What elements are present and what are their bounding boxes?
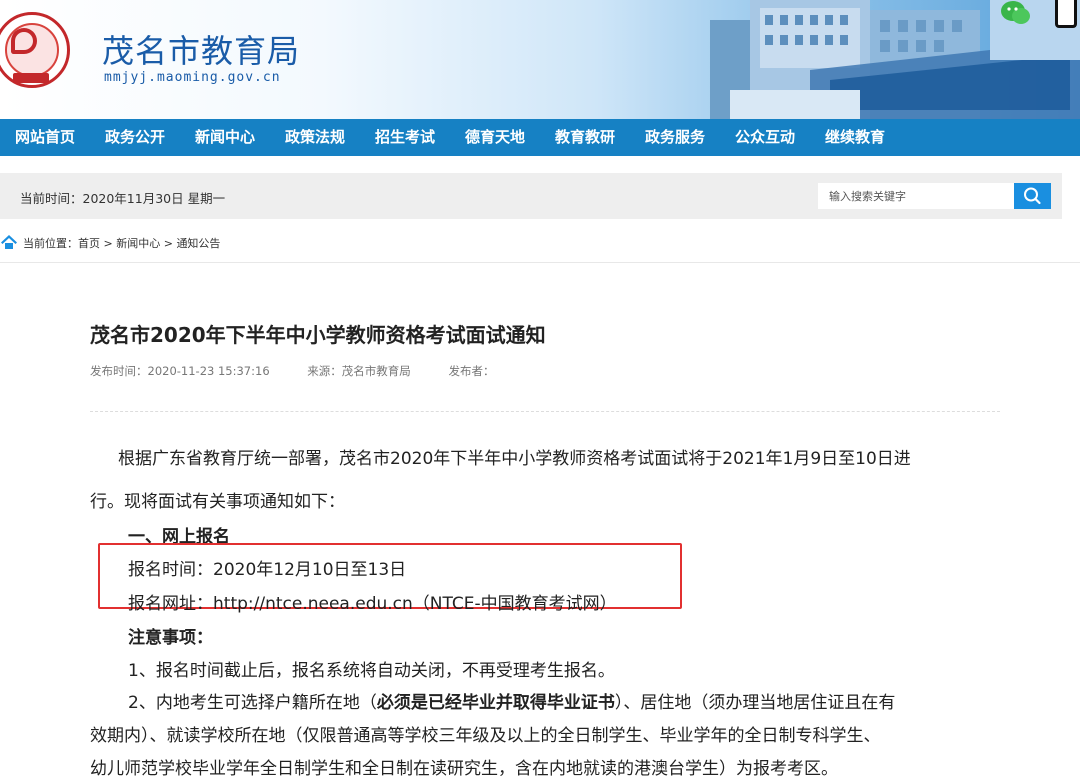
article-source: 来源：茂名市教育局	[307, 364, 411, 378]
nav-item-gov-open[interactable]: 政务公开	[105, 119, 165, 156]
search-icon	[1024, 187, 1041, 205]
breadcrumb-divider	[0, 262, 1080, 263]
notes-heading: 注意事项：	[128, 628, 213, 648]
breadcrumb: 当前位置：首页 > 新闻中心 > 通知公告	[0, 232, 1080, 254]
note-2-line2: 效期内）、就读学校所在地（仅限普通高等学校三年级及以上的全日制学生、毕业学年的全…	[90, 726, 881, 746]
search-input[interactable]	[818, 183, 1014, 209]
header-banner: 茂名市教育局 mmjyj.maoming.gov.cn	[0, 0, 1080, 119]
breadcrumb-home[interactable]: 首页	[78, 237, 100, 250]
note-2-line3: 幼儿师范学校毕业学年全日制学生和全日制在读研究生，含在内地就读的港澳台学生）为报…	[90, 759, 838, 779]
nav-item-continuing[interactable]: 继续教育	[825, 119, 885, 156]
nav-item-services[interactable]: 政务服务	[645, 119, 705, 156]
article-meta: 发布时间：2020-11-23 15:37:16 来源：茂名市教育局 发布者：	[90, 363, 528, 379]
article-title: 茂名市2020年下半年中小学教师资格考试面试通知	[90, 323, 546, 347]
site-title[interactable]: 茂名市教育局	[102, 26, 300, 72]
breadcrumb-prefix: 当前位置：	[23, 237, 78, 250]
info-bar: 当前时间：2020年11月30日 星期一	[0, 173, 1062, 219]
nav-item-news[interactable]: 新闻中心	[195, 119, 255, 156]
breadcrumb-separator: >	[100, 237, 117, 250]
breadcrumb-separator: >	[160, 237, 177, 250]
nav-item-admission[interactable]: 招生考试	[375, 119, 435, 156]
mobile-icon[interactable]	[1055, 0, 1077, 28]
note-2-line1: 2、内地考生可选择户籍所在地（必须是已经毕业并取得毕业证书）、居住地（须办理当地…	[128, 688, 895, 713]
logo-ribbon	[13, 73, 49, 83]
search-button[interactable]	[1014, 183, 1051, 209]
nav-item-moral-edu[interactable]: 德育天地	[465, 119, 525, 156]
current-time-label: 当前时间：2020年11月30日 星期一	[20, 191, 226, 206]
site-logo[interactable]	[0, 12, 70, 88]
article-publisher: 发布者：	[448, 364, 495, 378]
main-nav: 网站首页 政务公开 新闻中心 政策法规 招生考试 德育天地 教育教研 政务服务 …	[0, 119, 1080, 156]
nav-item-home[interactable]: 网站首页	[15, 119, 75, 156]
note-2-text-a: 2、内地考生可选择户籍所在地（	[128, 693, 377, 713]
note-1: 1、报名时间截止后，报名系统将自动关闭，不再受理考生报名。	[128, 661, 615, 681]
breadcrumb-notice[interactable]: 通知公告	[176, 237, 220, 250]
publish-time: 发布时间：2020-11-23 15:37:16	[90, 364, 270, 378]
registration-url[interactable]: 报名网址：http://ntce.neea.edu.cn（NTCE-中国教育考试…	[128, 589, 617, 614]
paragraph-intro-line2: 行。现将面试有关事项通知如下：	[90, 492, 345, 512]
nav-item-policy[interactable]: 政策法规	[285, 119, 345, 156]
home-icon	[1, 235, 17, 249]
note-2-bold: 必须是已经毕业并取得毕业证书	[376, 693, 615, 713]
note-2-text-b: ）、居住地（须办理当地居住证且在有	[614, 693, 896, 713]
paragraph-intro-line1: 根据广东省教育厅统一部署，茂名市2020年下半年中小学教师资格考试面试将于202…	[118, 449, 911, 469]
nav-item-interaction[interactable]: 公众互动	[735, 119, 795, 156]
wechat-icon[interactable]	[1000, 0, 1032, 26]
registration-time: 报名时间：2020年12月10日至13日	[128, 560, 407, 580]
site-domain: mmjyj.maoming.gov.cn	[104, 70, 281, 85]
logo-mark	[11, 28, 37, 54]
breadcrumb-news[interactable]: 新闻中心	[116, 237, 160, 250]
nav-item-research[interactable]: 教育教研	[555, 119, 615, 156]
article-divider	[90, 411, 1000, 412]
